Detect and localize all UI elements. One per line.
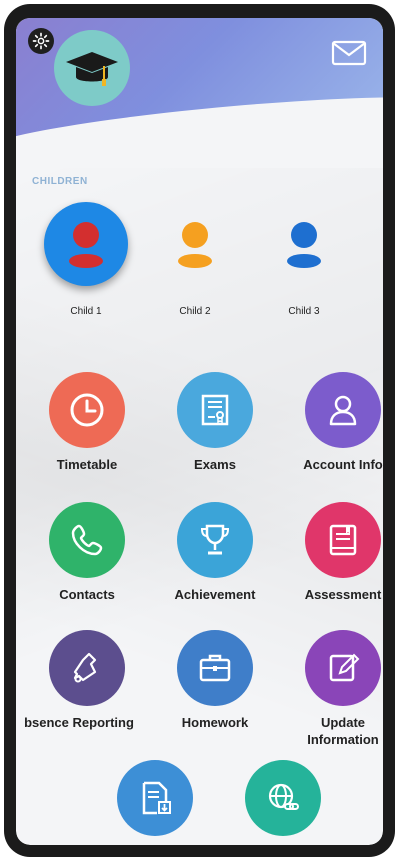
child-avatar-icon — [44, 202, 128, 286]
menu-tile-label: bsence Reporting — [24, 715, 134, 730]
graduation-cap-icon — [66, 52, 118, 86]
certificate-icon — [177, 372, 253, 448]
menu-tile-globe-link[interactable] — [218, 760, 348, 836]
menu-tile-assessment[interactable]: Assessment — [278, 502, 383, 603]
child-selector-2[interactable]: Child 2 — [145, 202, 245, 317]
envelope-icon — [331, 40, 367, 66]
menu-tile-document-download[interactable] — [90, 760, 220, 836]
gear-icon — [32, 32, 50, 50]
settings-button[interactable] — [28, 28, 54, 54]
school-logo — [54, 30, 130, 106]
menu-tile-label: Contacts — [59, 587, 115, 602]
menu-tile-label: Exams — [194, 457, 236, 472]
phone-icon — [49, 502, 125, 578]
menu-tile-achievement[interactable]: Achievement — [150, 502, 280, 603]
menu-tile-label: Account Info — [303, 457, 383, 472]
bell-icon — [49, 630, 125, 706]
child-label: Child 1 — [70, 306, 102, 317]
children-section-label: CHILDREN — [32, 176, 88, 187]
menu-tile-update-information[interactable]: Update Information — [278, 630, 383, 748]
menu-tile-label: Assessment — [304, 587, 382, 602]
menu-tile-label: Homework — [181, 715, 249, 730]
child-label: Child 2 — [179, 306, 211, 317]
child-selector-1[interactable]: Child 1 — [36, 202, 136, 317]
menu-tile-exams[interactable]: Exams — [150, 372, 280, 473]
menu-tile-contacts[interactable]: Contacts — [22, 502, 152, 603]
user-icon — [305, 372, 381, 448]
menu-tile-timetable[interactable]: Timetable — [22, 372, 152, 473]
menu-tile-label: Update Information — [307, 715, 379, 747]
document-download-icon — [117, 760, 193, 836]
child-avatar-icon — [262, 202, 346, 286]
book-icon — [305, 502, 381, 578]
globe-link-icon — [245, 760, 321, 836]
menu-tile-label: Achievement — [174, 587, 256, 602]
menu-tile-account-info[interactable]: Account Info — [278, 372, 383, 473]
child-label: Child 3 — [288, 306, 320, 317]
child-avatar-icon — [153, 202, 237, 286]
briefcase-icon — [177, 630, 253, 706]
clock-icon — [49, 372, 125, 448]
trophy-icon — [177, 502, 253, 578]
menu-tile-label: Timetable — [56, 457, 118, 472]
menu-tile-homework[interactable]: Homework — [150, 630, 280, 731]
phone-frame: CHILDREN Child 1 Child 2 Child 3 Timetable… — [4, 4, 395, 857]
edit-icon — [305, 630, 381, 706]
menu-tile-bsence-reporting[interactable]: bsence Reporting — [22, 630, 152, 731]
app-screen: CHILDREN Child 1 Child 2 Child 3 Timetable… — [16, 18, 383, 845]
messages-button[interactable] — [331, 40, 367, 66]
child-selector-3[interactable]: Child 3 — [254, 202, 354, 317]
